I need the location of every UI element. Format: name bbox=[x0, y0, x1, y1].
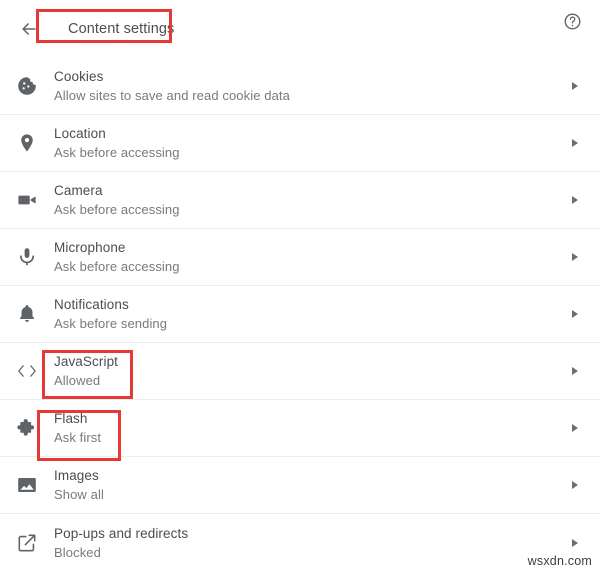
setting-title: Flash bbox=[54, 411, 88, 426]
chevron-right-icon[interactable] bbox=[566, 481, 584, 489]
external-link-icon bbox=[0, 532, 54, 554]
setting-subtitle: Ask before accessing bbox=[54, 259, 180, 274]
setting-text: Camera Ask before accessing bbox=[54, 182, 566, 218]
arrow-left-icon bbox=[19, 19, 39, 39]
setting-text: Notifications Ask before sending bbox=[54, 296, 566, 332]
help-button[interactable] bbox=[560, 12, 584, 36]
setting-row-camera[interactable]: Camera Ask before accessing bbox=[0, 172, 600, 229]
page-title-wrap: Content settings bbox=[58, 12, 184, 46]
watermark: wsxdn.com bbox=[527, 554, 592, 568]
setting-title: Location bbox=[54, 126, 106, 141]
chevron-right-icon[interactable] bbox=[566, 310, 584, 318]
setting-subtitle: Ask before accessing bbox=[54, 202, 180, 217]
setting-subtitle: Allowed bbox=[54, 373, 101, 388]
setting-subtitle: Ask first bbox=[54, 430, 102, 445]
setting-title: Notifications bbox=[54, 297, 129, 312]
page-title: Content settings bbox=[68, 21, 175, 37]
setting-subtitle: Ask before sending bbox=[54, 316, 168, 331]
bell-icon bbox=[0, 303, 54, 325]
setting-title: Images bbox=[54, 468, 99, 483]
chevron-right-icon[interactable] bbox=[566, 367, 584, 375]
setting-title: Pop-ups and redirects bbox=[54, 525, 189, 541]
setting-row-popups-and-redirects[interactable]: Pop-ups and redirects Blocked bbox=[0, 514, 600, 571]
setting-title: Microphone bbox=[54, 240, 126, 255]
setting-row-location[interactable]: Location Ask before accessing bbox=[0, 115, 600, 172]
chevron-right-icon[interactable] bbox=[566, 424, 584, 432]
chevron-right-icon[interactable] bbox=[566, 538, 584, 547]
setting-subtitle: Show all bbox=[54, 487, 104, 502]
setting-title: Cookies bbox=[54, 69, 104, 84]
cookie-icon bbox=[0, 75, 54, 97]
chevron-right-icon[interactable] bbox=[566, 253, 584, 261]
setting-title: Camera bbox=[54, 183, 103, 198]
setting-text: JavaScript Allowed bbox=[54, 353, 566, 389]
content-settings-list: Cookies Allow sites to save and read coo… bbox=[0, 58, 600, 571]
setting-subtitle: Blocked bbox=[54, 544, 101, 560]
setting-text: Flash Ask first bbox=[54, 410, 566, 446]
microphone-icon bbox=[0, 246, 54, 268]
chevron-right-icon[interactable] bbox=[566, 82, 584, 90]
setting-row-javascript[interactable]: JavaScript Allowed bbox=[0, 343, 600, 400]
setting-row-flash[interactable]: Flash Ask first bbox=[0, 400, 600, 457]
setting-text: Location Ask before accessing bbox=[54, 125, 566, 161]
setting-text: Images Show all bbox=[54, 467, 566, 503]
setting-row-microphone[interactable]: Microphone Ask before accessing bbox=[0, 229, 600, 286]
image-icon bbox=[0, 474, 54, 496]
setting-row-images[interactable]: Images Show all bbox=[0, 457, 600, 514]
setting-text: Cookies Allow sites to save and read coo… bbox=[54, 68, 566, 104]
setting-title: JavaScript bbox=[54, 354, 119, 369]
setting-text: Pop-ups and redirects Blocked bbox=[54, 525, 566, 561]
location-pin-icon bbox=[0, 132, 54, 154]
setting-text: Microphone Ask before accessing bbox=[54, 239, 566, 275]
help-circle-icon bbox=[563, 12, 582, 36]
chevron-right-icon[interactable] bbox=[566, 196, 584, 204]
back-button[interactable] bbox=[14, 14, 44, 44]
setting-subtitle: Allow sites to save and read cookie data bbox=[54, 88, 290, 103]
video-camera-icon bbox=[0, 189, 54, 211]
chevron-right-icon[interactable] bbox=[566, 139, 584, 147]
setting-row-notifications[interactable]: Notifications Ask before sending bbox=[0, 286, 600, 343]
page-header: Content settings bbox=[0, 0, 600, 58]
code-brackets-icon bbox=[0, 361, 54, 381]
setting-row-cookies[interactable]: Cookies Allow sites to save and read coo… bbox=[0, 58, 600, 115]
setting-subtitle: Ask before accessing bbox=[54, 145, 180, 160]
puzzle-piece-icon bbox=[0, 417, 54, 439]
